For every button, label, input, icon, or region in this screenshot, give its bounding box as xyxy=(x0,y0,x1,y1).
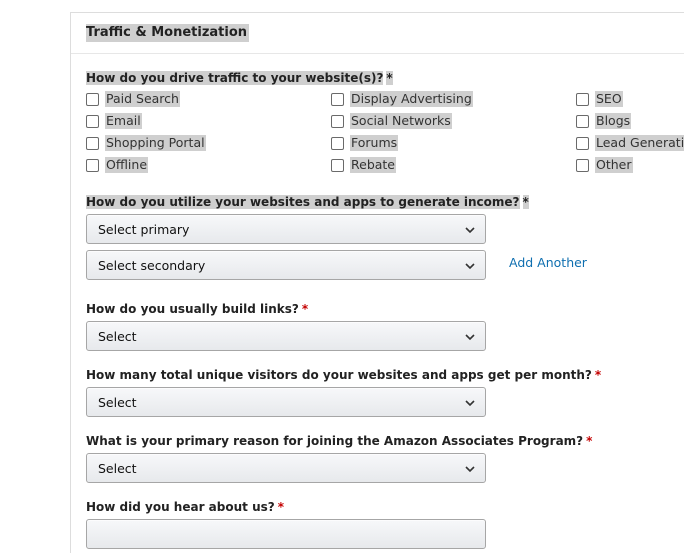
traffic-question: How do you drive traffic to your website… xyxy=(86,70,393,86)
chevron-down-icon xyxy=(465,466,475,473)
select-value: Select xyxy=(98,461,137,476)
hear-question-text: How did you hear about us? xyxy=(86,500,275,514)
traffic-question-text: How do you drive traffic to your website… xyxy=(86,71,384,85)
traffic-monetization-panel: Traffic & Monetization How do you drive … xyxy=(70,12,684,553)
checkbox[interactable] xyxy=(576,158,589,172)
income-secondary-select[interactable]: Select secondary xyxy=(86,250,486,280)
chevron-down-icon xyxy=(465,334,475,341)
checkbox-label: Rebate xyxy=(350,157,397,173)
visitors-question: How many total unique visitors do your w… xyxy=(86,367,601,383)
checkbox-shopping-portal[interactable]: Shopping Portal xyxy=(86,134,206,152)
income-question: How do you utilize your websites and app… xyxy=(86,194,529,210)
select-value: Select primary xyxy=(98,222,190,237)
checkbox-email[interactable]: Email xyxy=(86,112,142,130)
checkbox[interactable] xyxy=(331,136,344,150)
checkbox-other[interactable]: Other xyxy=(576,156,633,174)
checkbox[interactable] xyxy=(576,114,589,128)
required-marker: * xyxy=(522,195,529,209)
required-marker: * xyxy=(594,368,602,382)
checkbox-rebate[interactable]: Rebate xyxy=(331,156,397,174)
checkbox[interactable] xyxy=(576,92,589,106)
links-select[interactable]: Select xyxy=(86,321,486,351)
hear-select[interactable] xyxy=(86,519,486,549)
checkbox[interactable] xyxy=(86,136,99,150)
visitors-question-text: How many total unique visitors do your w… xyxy=(86,368,592,382)
checkbox-display-advertising[interactable]: Display Advertising xyxy=(331,90,473,108)
required-marker: * xyxy=(301,302,309,316)
checkbox[interactable] xyxy=(331,92,344,106)
panel-header: Traffic & Monetization xyxy=(71,13,684,54)
section-title: Traffic & Monetization xyxy=(86,24,250,42)
add-another-link[interactable]: Add Another xyxy=(509,255,587,271)
checkbox-seo[interactable]: SEO xyxy=(576,90,623,108)
checkbox-label: Shopping Portal xyxy=(105,135,206,151)
checkbox-label: Other xyxy=(595,157,633,173)
checkbox-social-networks[interactable]: Social Networks xyxy=(331,112,452,130)
required-marker: * xyxy=(277,500,284,514)
checkbox-label: Social Networks xyxy=(350,113,452,129)
checkbox[interactable] xyxy=(86,92,99,106)
checkbox-paid-search[interactable]: Paid Search xyxy=(86,90,180,108)
checkbox-blogs[interactable]: Blogs xyxy=(576,112,632,130)
checkbox[interactable] xyxy=(331,114,344,128)
checkbox-label: Display Advertising xyxy=(350,91,473,107)
reason-question-text: What is your primary reason for joining … xyxy=(86,434,584,448)
chevron-down-icon xyxy=(465,263,475,270)
checkbox-label: SEO xyxy=(595,91,623,107)
checkbox-label: Email xyxy=(105,113,142,129)
select-value: Select secondary xyxy=(98,258,206,273)
chevron-down-icon xyxy=(465,227,475,234)
income-primary-select[interactable]: Select primary xyxy=(86,214,486,244)
checkbox-label: Blogs xyxy=(595,113,632,129)
checkbox-lead-generation[interactable]: Lead Generatio xyxy=(576,134,684,152)
checkbox-offline[interactable]: Offline xyxy=(86,156,149,174)
reason-select[interactable]: Select xyxy=(86,453,486,483)
checkbox-label: Paid Search xyxy=(105,91,180,107)
visitors-select[interactable]: Select xyxy=(86,387,486,417)
select-value: Select xyxy=(98,395,137,410)
checkbox-label: Lead Generatio xyxy=(595,135,684,151)
checkbox-forums[interactable]: Forums xyxy=(331,134,399,152)
chevron-down-icon xyxy=(465,400,475,407)
hear-question: How did you hear about us? * xyxy=(86,499,284,515)
required-marker: * xyxy=(586,434,593,448)
checkbox-label: Offline xyxy=(105,157,149,173)
checkbox[interactable] xyxy=(86,114,99,128)
checkbox-label: Forums xyxy=(350,135,399,151)
checkbox[interactable] xyxy=(331,158,344,172)
links-question: How do you usually build links? * xyxy=(86,301,308,317)
checkbox[interactable] xyxy=(86,158,99,172)
income-question-text: How do you utilize your websites and app… xyxy=(86,195,520,209)
checkbox[interactable] xyxy=(576,136,589,150)
required-marker: * xyxy=(386,71,393,85)
select-value: Select xyxy=(98,329,137,344)
reason-question: What is your primary reason for joining … xyxy=(86,433,592,449)
links-question-text: How do you usually build links? xyxy=(86,302,299,316)
